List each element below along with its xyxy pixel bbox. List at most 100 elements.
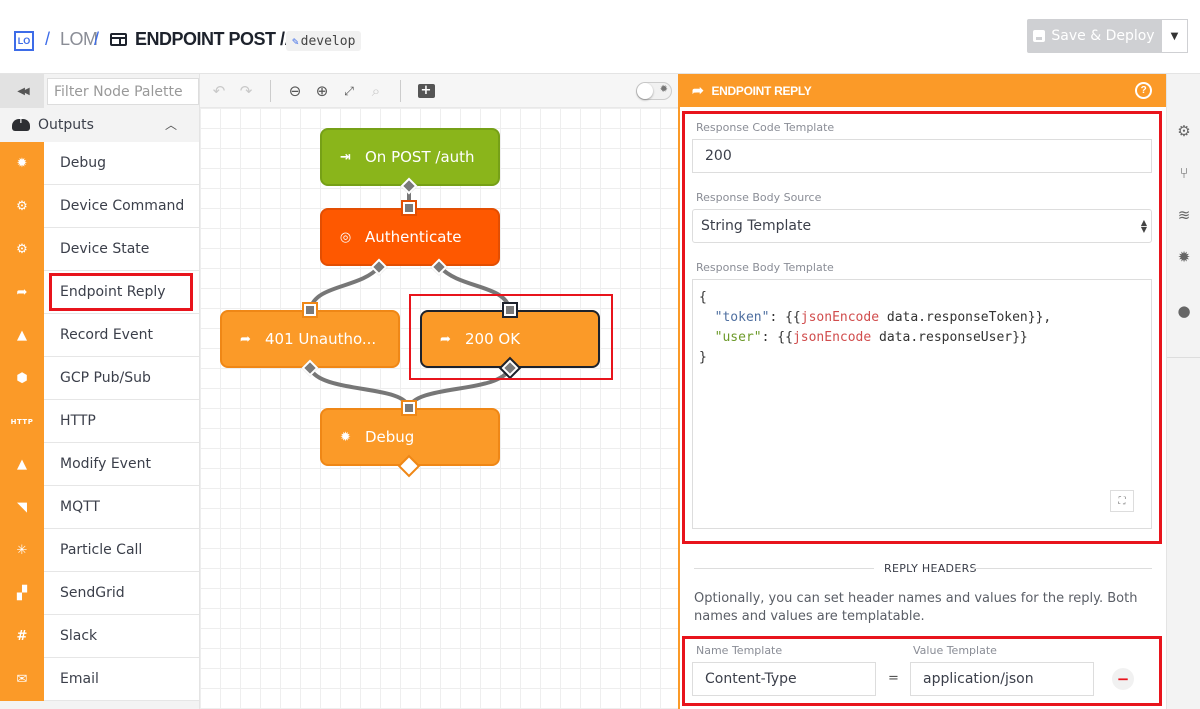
palette-item-label: Debug (60, 155, 107, 171)
body-source-label: Response Body Source (696, 191, 822, 204)
palette-item-mqtt[interactable]: ◥ MQTT (0, 486, 199, 529)
device-command-icon: ⚙ (0, 185, 44, 228)
section-divider (972, 568, 1152, 569)
palette-item-email[interactable]: ✉ Email (0, 658, 199, 701)
endpoint-reply-icon: ➦ (0, 271, 44, 314)
reply-headers-help: Optionally, you can set header names and… (694, 591, 1138, 624)
node-config-panel: ➦ ENDPOINT REPLY ? Response Code Templat… (678, 74, 1166, 709)
palette-item-label: Slack (60, 628, 98, 644)
code-line: } (699, 350, 707, 365)
rail-divider (1167, 357, 1200, 358)
right-sidebar: ⚙ ⑂ ≋ ✹ ● (1166, 74, 1200, 709)
code-fn: jsonEncode (792, 330, 872, 345)
palette-item-label: Record Event (60, 327, 153, 343)
palette-item-label: Modify Event (60, 456, 151, 472)
breadcrumb-app[interactable]: LOM (60, 29, 98, 50)
filter-node-palette-input[interactable] (47, 78, 199, 105)
palette-item-device-command[interactable]: ⚙ Device Command (0, 185, 199, 228)
response-code-label: Response Code Template (696, 121, 835, 134)
body-template-editor[interactable]: { "token": {{jsonEncode data.responseTok… (692, 279, 1152, 529)
gcp-pubsub-icon: ⬢ (0, 357, 44, 400)
equals-sign: = (888, 671, 899, 686)
deploy-options-dropdown[interactable]: ▼ (1161, 19, 1188, 53)
header-value-input[interactable]: application/json (910, 662, 1094, 696)
palette-item-modify-event[interactable]: ▲ Modify Event (0, 443, 199, 486)
select-value: String Template (701, 218, 812, 234)
remove-header-button[interactable]: − (1112, 668, 1134, 690)
palette-item-label: Email (60, 671, 99, 687)
palette-item-label: SendGrid (60, 585, 125, 601)
expand-editor-button[interactable]: ⛶ (1110, 490, 1134, 512)
email-icon: ✉ (0, 658, 44, 701)
code-arg: data.responseToken (886, 310, 1028, 325)
code-line: { (699, 290, 707, 305)
palette-item-endpoint-reply[interactable]: ➦ Endpoint Reply (0, 271, 199, 314)
palette-item-particle-call[interactable]: ✳ Particle Call (0, 529, 199, 572)
palette-item-device-state[interactable]: ⚙ Device State (0, 228, 199, 271)
response-code-input[interactable]: 200 (692, 139, 1152, 173)
branch-badge[interactable]: ✎ develop (286, 31, 362, 51)
settings-gear-icon[interactable]: ⚙ (1175, 122, 1193, 140)
help-icon[interactable]: ? (1135, 82, 1152, 99)
body-source-select[interactable]: String Template ▲ ▼ (692, 209, 1152, 243)
palette-item-debug[interactable]: ✹ Debug (0, 142, 199, 185)
app-logo[interactable]: LO (14, 31, 34, 51)
input-port[interactable] (401, 400, 417, 416)
palette-item-label: Device State (60, 241, 150, 257)
pencil-icon: ✎ (292, 34, 299, 48)
panel-title: ENDPOINT REPLY (711, 83, 812, 98)
palette-item-label: Particle Call (60, 542, 143, 558)
code-trail: }} (1012, 330, 1028, 345)
node-label: Debug (365, 428, 415, 446)
palette-item-slack[interactable]: # Slack (0, 615, 199, 658)
workflow-icon (110, 33, 127, 46)
value-template-label: Value Template (913, 644, 997, 657)
endpoint-reply-icon: ➦ (692, 82, 704, 98)
palette-item-sendgrid[interactable]: ▞ SendGrid (0, 572, 199, 615)
node-label: Authenticate (365, 228, 462, 246)
save-icon (1033, 30, 1046, 42)
minus-icon: − (1116, 670, 1130, 688)
version-branch-icon[interactable]: ⑂ (1175, 164, 1193, 182)
fingerprint-icon: ◎ (339, 229, 352, 245)
body-template-label: Response Body Template (696, 261, 834, 274)
flow-canvas[interactable]: ↶ ↷ ⊖ ⊕ ⤢ ⌕ + ✹ ⇥ On POST /auth ◎ Authen… (200, 74, 678, 709)
storage-database-icon[interactable]: ≋ (1175, 206, 1193, 224)
node-debug[interactable]: ✹ Debug (320, 408, 500, 466)
record-event-icon: ▲ (0, 314, 44, 357)
breadcrumb-separator: / (45, 29, 50, 49)
collapse-palette-button[interactable]: ◀◀ (0, 74, 44, 108)
select-arrows-icon: ▲ ▼ (1140, 218, 1147, 234)
node-label: On POST /auth (365, 148, 475, 166)
selection-highlight (409, 294, 613, 380)
reply-headers-title: REPLY HEADERS (884, 562, 977, 575)
top-bar: LO / LOM / ENDPOINT POST /AUTH ✎ develop… (0, 0, 1200, 74)
code-key: "user" (714, 330, 762, 345)
palette-item-label: MQTT (60, 499, 100, 515)
code-trail: }}, (1027, 310, 1052, 325)
code-arg: data.responseUser (879, 330, 1013, 345)
section-title: Outputs (38, 117, 94, 133)
wire (308, 366, 411, 409)
palette-item-record-event[interactable]: ▲ Record Event (0, 314, 199, 357)
slack-icon: # (0, 615, 44, 658)
palette-item-label: Endpoint Reply (47, 271, 195, 313)
input-port[interactable] (401, 200, 417, 216)
globe-icon[interactable]: ● (1175, 302, 1193, 320)
particle-icon: ✳ (0, 529, 44, 572)
node-on-post-auth[interactable]: ⇥ On POST /auth (320, 128, 500, 186)
code-key: "token" (714, 310, 770, 325)
palette-section-outputs[interactable]: Outputs ︿ (0, 108, 199, 142)
palette-item-gcp-pub-sub[interactable]: ⬢ GCP Pub/Sub (0, 357, 199, 400)
endpoint-trigger-icon: ⇥ (340, 149, 351, 165)
http-icon: HTTP (0, 400, 44, 443)
palette-item-http[interactable]: HTTP HTTP (0, 400, 199, 443)
double-chevron-left-icon: ◀◀ (17, 85, 30, 97)
debug-bug-icon[interactable]: ✹ (1175, 248, 1193, 266)
node-authenticate[interactable]: ◎ Authenticate (320, 208, 500, 266)
caret-down-icon: ▼ (1170, 30, 1179, 42)
wire (308, 265, 381, 311)
save-deploy-button[interactable]: Save & Deploy (1027, 19, 1161, 53)
header-name-input[interactable]: Content-Type (692, 662, 876, 696)
input-port[interactable] (302, 302, 318, 318)
